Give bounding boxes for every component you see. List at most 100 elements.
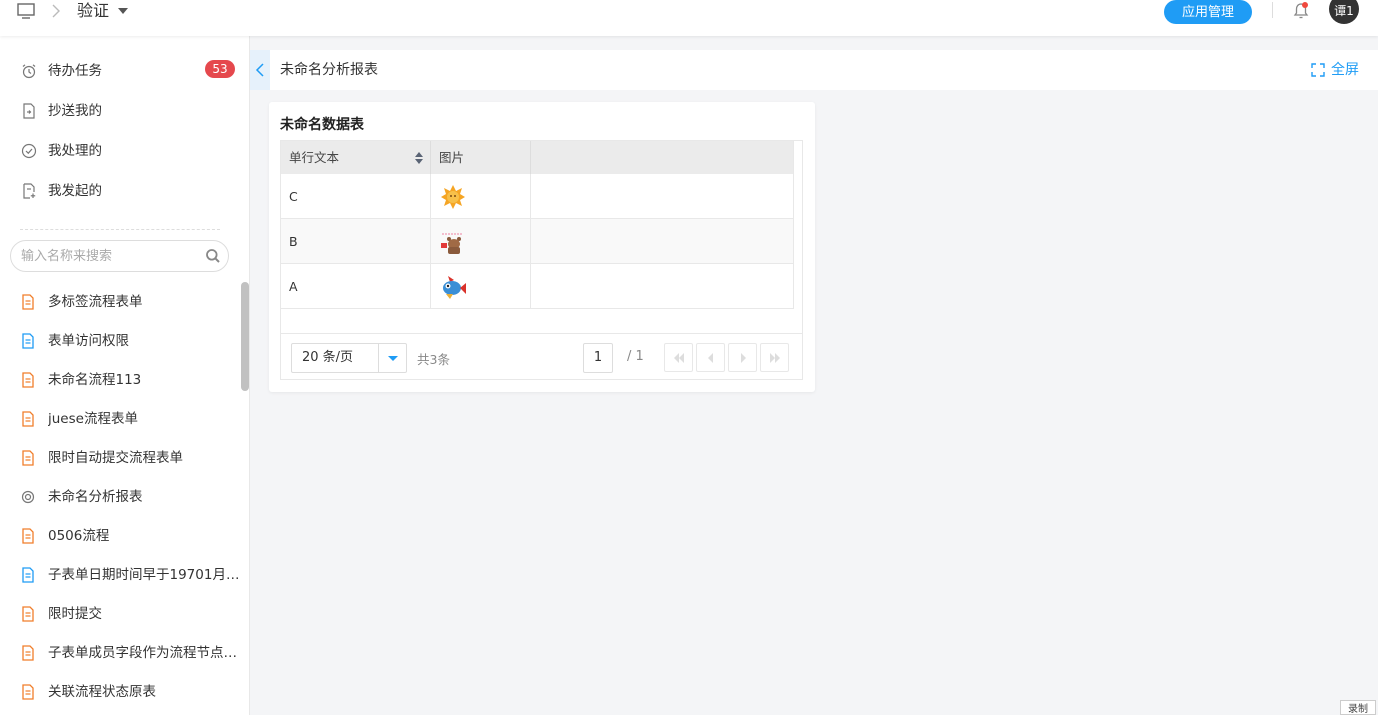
sidebar-form-item[interactable]: 限时自动提交流程表单 — [0, 438, 240, 477]
prev-page-icon — [708, 353, 713, 363]
sidebar-scrollbar[interactable] — [241, 282, 249, 391]
card-title: 未命名数据表 — [280, 117, 364, 133]
prev-page-button[interactable] — [696, 343, 725, 372]
flow-form-icon — [22, 684, 34, 700]
column-header-image[interactable]: 图片 — [431, 141, 531, 174]
todo-count-badge: 53 — [205, 60, 235, 78]
page-number-input[interactable]: 1 — [583, 343, 613, 373]
sidebar-form-item[interactable]: 子表单成员字段作为流程节点负责人 — [0, 633, 243, 672]
sidebar-form-label: 0506流程 — [48, 528, 110, 544]
table-header: 单行文本 图片 — [281, 141, 793, 174]
sidebar-form-label: 未命名分析报表 — [48, 489, 143, 505]
app-name[interactable]: 验证 — [77, 1, 109, 21]
sidebar-item-handled[interactable]: 我处理的 — [0, 131, 249, 171]
cell-text: A — [281, 264, 431, 309]
sidebar-form-item[interactable]: 未命名分析报表 — [0, 477, 240, 516]
caret-down-icon[interactable] — [118, 7, 128, 15]
flow-form-icon — [22, 528, 34, 544]
page-size-value: 20 条/页 — [302, 350, 354, 365]
avatar[interactable]: 谭1 — [1329, 0, 1359, 24]
page-size-select[interactable]: 20 条/页 — [291, 343, 407, 373]
document-send-icon — [23, 103, 35, 119]
sidebar-form-label: juese流程表单 — [48, 411, 138, 427]
form-icon — [22, 333, 34, 349]
sidebar-form-item[interactable]: 表单访问权限 — [0, 321, 240, 360]
table-row[interactable]: C — [281, 174, 793, 219]
bear-sticker-icon[interactable] — [440, 229, 466, 255]
cell-image[interactable] — [431, 219, 531, 264]
report-icon — [21, 490, 35, 504]
sidebar-form-label: 表单访问权限 — [48, 333, 129, 349]
sidebar-form-label: 未命名流程113 — [48, 372, 142, 388]
chevron-left-icon — [255, 63, 264, 77]
sort-icon[interactable] — [414, 151, 424, 165]
search-icon[interactable] — [205, 248, 221, 264]
page-tab-bar: 未命名分析报表 全屏 — [250, 50, 1378, 90]
sidebar-form-label: 子表单日期时间早于19701月1日 — [48, 567, 243, 583]
sidebar-form-label: 多标签流程表单 — [48, 294, 143, 310]
sidebar-divider — [20, 229, 220, 230]
flow-form-icon — [22, 645, 34, 661]
chevron-right-icon — [52, 4, 60, 18]
header-divider — [1272, 2, 1273, 18]
sidebar-form-label: 限时自动提交流程表单 — [48, 450, 183, 466]
page-size-dropdown-button[interactable] — [378, 344, 406, 372]
document-add-icon — [23, 183, 36, 199]
sidebar-form-item[interactable]: 子表单日期时间早于19701月1日 — [0, 555, 243, 594]
flow-form-icon — [22, 606, 34, 622]
data-table-card: 未命名数据表 单行文本 图片 C B A 20 条/页 共3条 1 / 1 — [269, 102, 815, 392]
next-page-button[interactable] — [728, 343, 757, 372]
flow-form-icon — [22, 294, 34, 310]
caret-down-icon — [388, 356, 398, 361]
sidebar: 待办任务 53 抄送我的 我处理的 我发起的 多标签流程 — [0, 36, 250, 715]
first-page-icon — [674, 353, 684, 363]
pagination: 20 条/页 共3条 1 / 1 — [281, 333, 802, 379]
sidebar-form-label: 子表单成员字段作为流程节点负责人 — [48, 645, 243, 661]
cell-text: C — [281, 174, 431, 219]
column-header-label: 图片 — [439, 150, 465, 165]
cell-text: B — [281, 219, 431, 264]
last-page-button[interactable] — [760, 343, 789, 372]
sidebar-item-label: 待办任务 — [48, 63, 102, 79]
sidebar-form-item[interactable]: 0506流程 — [0, 516, 240, 555]
sidebar-form-item[interactable]: 限时提交 — [0, 594, 240, 633]
cell-image[interactable] — [431, 174, 531, 219]
flow-form-icon — [22, 411, 34, 427]
fullscreen-icon — [1311, 63, 1325, 77]
next-page-icon — [741, 353, 746, 363]
sidebar-item-initiated[interactable]: 我发起的 — [0, 171, 249, 211]
first-page-button[interactable] — [664, 343, 693, 372]
search-box — [10, 240, 229, 272]
sidebar-item-cc-me[interactable]: 抄送我的 — [0, 91, 249, 131]
data-table: 单行文本 图片 C B A 20 条/页 共3条 1 / 1 — [280, 140, 803, 380]
table-row[interactable]: B — [281, 219, 793, 264]
flow-form-icon — [22, 372, 34, 388]
cell-image[interactable] — [431, 264, 531, 309]
search-input[interactable] — [21, 246, 196, 266]
last-page-icon — [770, 353, 780, 363]
home-icon[interactable] — [17, 3, 35, 19]
fish-sticker-icon[interactable] — [440, 274, 466, 300]
flow-form-icon — [22, 450, 34, 466]
sidebar-form-item[interactable]: 未命名流程113 — [0, 360, 240, 399]
alarm-clock-icon — [22, 64, 36, 79]
sidebar-form-item[interactable]: 多标签流程表单 — [0, 282, 240, 321]
column-header-text[interactable]: 单行文本 — [281, 141, 431, 174]
total-count: 共3条 — [417, 352, 450, 367]
column-header-label: 单行文本 — [289, 150, 340, 165]
table-right-border — [793, 141, 794, 309]
sidebar-item-label: 我处理的 — [48, 143, 102, 159]
sidebar-form-item[interactable]: 关联流程状态原表 — [0, 672, 240, 711]
record-tag[interactable]: 录制 — [1340, 700, 1376, 715]
table-row[interactable]: A — [281, 264, 793, 309]
sidebar-form-label: 关联流程状态原表 — [48, 684, 156, 700]
notification-dot — [1302, 2, 1308, 8]
check-circle-icon — [21, 143, 37, 159]
page-title: 未命名分析报表 — [280, 62, 378, 78]
app-manage-button[interactable]: 应用管理 — [1164, 0, 1252, 24]
sidebar-item-label: 我发起的 — [48, 183, 102, 199]
form-icon — [22, 567, 34, 583]
sun-sticker-icon[interactable] — [440, 184, 466, 210]
collapse-sidebar-button[interactable] — [250, 50, 270, 90]
sidebar-form-item[interactable]: juese流程表单 — [0, 399, 240, 438]
